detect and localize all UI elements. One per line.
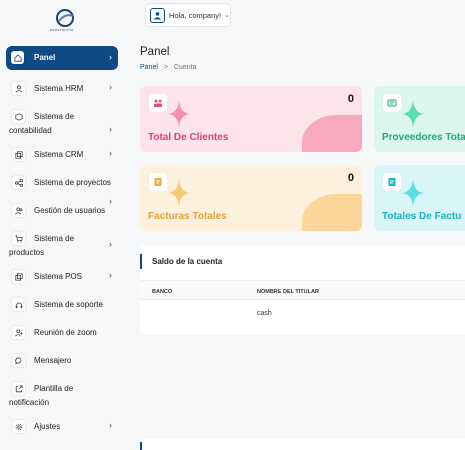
sidebar-item-label-line1: Sistema de: [34, 234, 75, 243]
card-decoration: [302, 194, 362, 231]
cart-icon: [12, 232, 25, 245]
sidebar-item-label-line2: notificación: [9, 398, 50, 407]
chevron-right-icon: ›: [109, 196, 112, 206]
brand-logo-text: PROSTRUCTA: [50, 28, 74, 32]
sidebar-item-label: Ajustes: [34, 422, 61, 431]
sidebar-item-label: Panel: [34, 53, 56, 62]
chevron-right-icon: ›: [109, 420, 112, 430]
breadcrumb-current: Cuenta: [173, 64, 197, 71]
card-count: 0: [347, 93, 354, 105]
sidebar: PROSTRUCTA Panel › Sistema HRM › Sistema…: [0, 0, 129, 450]
card-count: 0: [347, 172, 354, 184]
secondary-panel: [140, 438, 465, 450]
users-icon: [12, 204, 25, 217]
card-title: Facturas Totales: [148, 211, 227, 222]
user-icon: [12, 82, 25, 95]
page-title: Panel: [140, 46, 170, 58]
chevron-right-icon: ›: [109, 82, 112, 92]
sidebar-item-label: Sistema de soporte: [34, 300, 103, 309]
layers-icon: [12, 270, 25, 283]
sidebar-item-label-line1: Plantilla de: [34, 384, 74, 393]
headset-icon: [12, 298, 25, 311]
document-icon: [383, 173, 401, 191]
layers-icon: [12, 148, 25, 161]
card-total-bills[interactable]: Totales De Factu: [374, 165, 465, 231]
account-balance-panel: Saldo de la cuenta BANCO NOMBRE DEL TITU…: [140, 245, 465, 335]
message-icon: [12, 354, 25, 367]
card-total-clients[interactable]: 0 Total De Clientes: [140, 86, 362, 152]
column-header-holder[interactable]: NOMBRE DEL TITULAR: [257, 289, 319, 295]
sidebar-item-label: Sistema CRM: [34, 150, 84, 159]
sidebar-item-label: Gestión de usuarios: [34, 206, 106, 215]
sidebar-item-label: Reunión de zoom: [34, 328, 97, 337]
sparkle-icon: [168, 179, 190, 207]
chevron-right-icon: ›: [109, 239, 112, 249]
table-header: BANCO NOMBRE DEL TITULAR: [140, 280, 465, 300]
card-decoration: [302, 115, 362, 152]
card-title: Proveedores Tota: [382, 132, 465, 143]
user-icon: [153, 11, 162, 20]
chevron-right-icon: ›: [109, 124, 112, 134]
user-menu-button[interactable]: Hola, company! ⌄: [145, 3, 231, 27]
sidebar-item-label: Sistema HRM: [34, 84, 84, 93]
invoice-icon: [149, 173, 167, 191]
chevron-right-icon: ›: [109, 52, 112, 62]
chevron-right-icon: ›: [109, 148, 112, 158]
panel-accent-bar: [140, 254, 142, 269]
panel-accent-bar: [140, 442, 142, 450]
breadcrumb-separator: >: [163, 64, 168, 71]
sparkle-icon: [168, 100, 190, 128]
sidebar-item-label-line2: productos: [9, 248, 45, 257]
cell-holder: cash: [257, 310, 272, 317]
card-total-invoices[interactable]: 0 Facturas Totales: [140, 165, 362, 231]
sparkle-icon: [402, 179, 424, 207]
sparkle-icon: [402, 100, 424, 128]
sidebar-item-label-line1: Sistema de: [34, 112, 75, 121]
breadcrumb: Panel > Cuenta: [140, 64, 196, 71]
breadcrumb-home-link[interactable]: Panel: [140, 64, 158, 71]
home-icon: [11, 51, 24, 64]
external-icon: [12, 382, 25, 395]
column-header-bank[interactable]: BANCO: [152, 289, 172, 295]
card-total-suppliers[interactable]: Proveedores Tota: [374, 86, 465, 152]
sidebar-item-label: Sistema de proyectos: [34, 178, 111, 187]
chevron-right-icon: ›: [109, 270, 112, 280]
sidebar-item-panel[interactable]: Panel ›: [6, 46, 118, 70]
user-plus-icon: [12, 326, 25, 339]
gear-icon: [12, 420, 25, 433]
box-icon: [12, 110, 25, 123]
avatar: [150, 7, 165, 23]
card-title: Total De Clientes: [148, 132, 229, 143]
sidebar-item-label: Sistema POS: [34, 272, 83, 281]
brand-logo: [56, 9, 74, 27]
sidebar-item-label: Mensajero: [34, 356, 72, 365]
user-greeting: Hola, company!: [169, 10, 222, 20]
chevron-down-icon: ⌄: [224, 12, 230, 19]
sidebar-item-label-line2: contabilidad: [9, 126, 52, 135]
panel-title: Saldo de la cuenta: [152, 257, 223, 266]
card-title: Totales De Factu: [382, 211, 462, 222]
users-icon: [149, 94, 167, 112]
id-card-icon: [383, 94, 401, 112]
share-icon: [12, 176, 25, 189]
